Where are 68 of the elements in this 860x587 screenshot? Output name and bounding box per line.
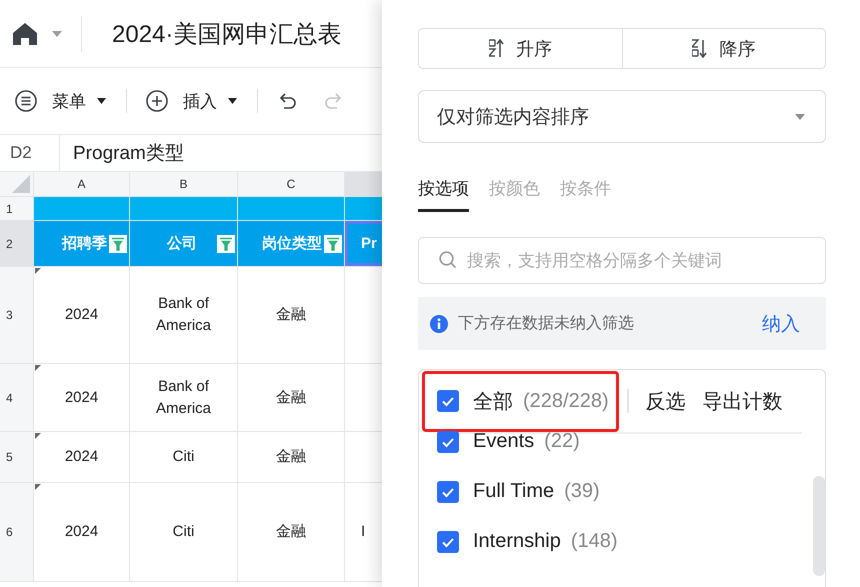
- column-title: 公司: [167, 234, 197, 254]
- filter-icon[interactable]: [217, 234, 235, 252]
- caret-icon: [228, 98, 237, 104]
- sort-ascending-button[interactable]: 升序: [419, 29, 622, 68]
- list-action-link[interactable]: 反选: [646, 388, 686, 414]
- option-label: Events: [473, 430, 534, 453]
- caret-icon: [795, 114, 805, 120]
- table-cell: 2024: [34, 364, 130, 431]
- option-label: 全部: [473, 390, 513, 414]
- formula-value: Program类型: [72, 142, 184, 166]
- table-cell: 金融: [238, 432, 345, 482]
- plus-icon: [146, 90, 168, 112]
- row-number[interactable]: 5: [0, 432, 34, 482]
- sort-descending-icon: [692, 39, 708, 58]
- insert-button[interactable]: 插入: [146, 90, 237, 112]
- table-cell: 金融: [238, 483, 345, 581]
- column-title: 岗位类型: [262, 234, 322, 254]
- table-cell: Citi: [130, 483, 238, 581]
- search-field[interactable]: 搜索，支持用空格分隔多个关键词: [418, 237, 826, 284]
- home-icon[interactable]: [12, 22, 38, 46]
- column-title: 招聘季: [62, 234, 107, 254]
- table-cell: Bank of America: [130, 267, 238, 363]
- option-label: Internship: [473, 530, 561, 553]
- sort-scope-dropdown[interactable]: 仅对筛选内容排序: [418, 90, 826, 143]
- checkbox[interactable]: [437, 430, 459, 452]
- table-cell-text: I: [360, 522, 366, 542]
- checkbox[interactable]: [437, 390, 459, 412]
- option-label: Full Time: [473, 480, 554, 503]
- menu-button[interactable]: 菜单: [15, 90, 106, 112]
- table-cell: 2024: [34, 483, 130, 581]
- checkbox[interactable]: [437, 480, 459, 502]
- row-number[interactable]: 1: [0, 197, 34, 220]
- column-header[interactable]: A: [34, 172, 130, 196]
- caret-icon: [97, 98, 106, 104]
- document-title: 2024·美国网申汇总表: [112, 20, 342, 50]
- option-count: (228/228): [523, 390, 609, 412]
- info-icon: [430, 314, 448, 332]
- table-cell: 2024: [34, 432, 130, 482]
- option-count: (148): [570, 530, 618, 553]
- table-cell: 2024: [34, 267, 130, 363]
- filter-tab[interactable]: 按选项: [418, 177, 469, 212]
- caret-icon[interactable]: [52, 30, 62, 36]
- row-number[interactable]: 3: [0, 267, 34, 363]
- row-number[interactable]: 4: [0, 364, 34, 431]
- table-cell: 金融: [238, 267, 345, 363]
- column-title: Pr: [345, 221, 382, 266]
- table-cell: Bank of America: [130, 364, 238, 431]
- checkbox[interactable]: [437, 530, 459, 552]
- filter-icon[interactable]: [324, 234, 342, 252]
- table-cell: 金融: [238, 364, 345, 431]
- row-number[interactable]: 6: [0, 483, 34, 581]
- cell-reference: D2: [0, 135, 60, 171]
- option-count: (22): [544, 430, 580, 453]
- select-all-icon: [12, 175, 30, 193]
- option-count: (39): [564, 480, 600, 503]
- include-link[interactable]: 纳入: [762, 310, 800, 336]
- search-icon: [439, 251, 457, 269]
- list-action-link[interactable]: 导出计数: [702, 388, 783, 414]
- table-cell: Citi: [130, 432, 238, 482]
- menu-icon: [15, 90, 37, 112]
- sort-descending-button[interactable]: 降序: [622, 29, 825, 68]
- sort-ascending-icon: [488, 39, 504, 58]
- row-number[interactable]: 2: [0, 221, 34, 266]
- undo-icon[interactable]: [277, 92, 297, 110]
- column-header[interactable]: B: [130, 172, 238, 196]
- filter-icon[interactable]: [109, 234, 127, 252]
- notice-text: 下方存在数据未纳入筛选: [458, 314, 635, 334]
- scrollbar[interactable]: [813, 476, 825, 576]
